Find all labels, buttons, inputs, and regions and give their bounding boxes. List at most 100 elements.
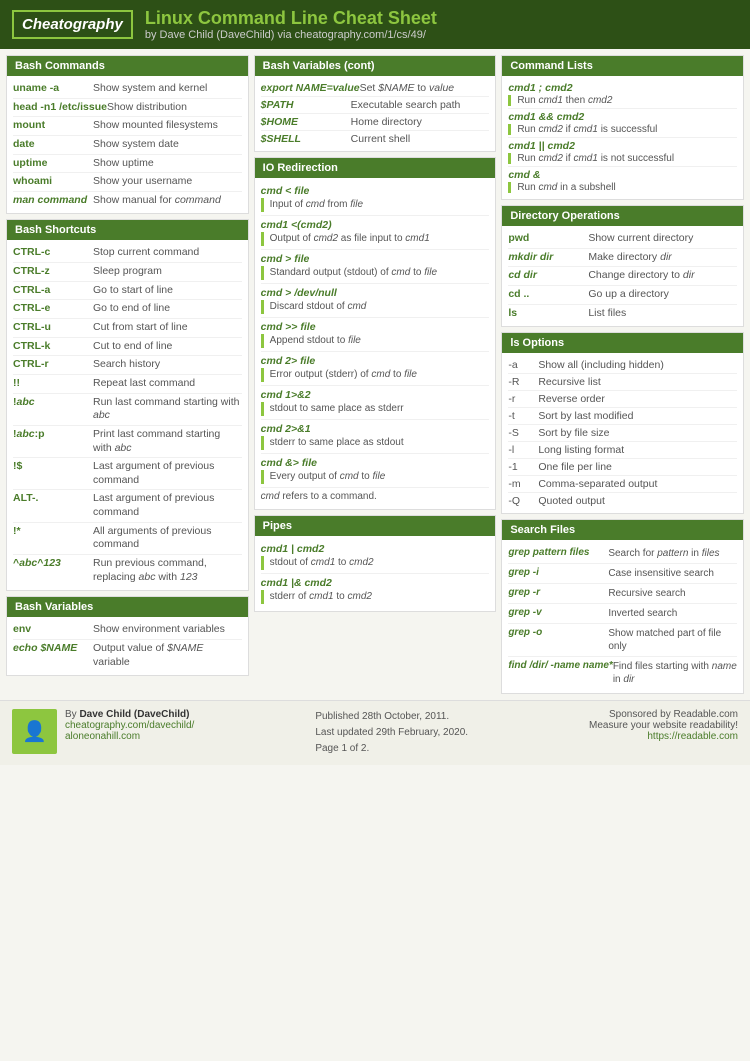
list-item: CTRL-a Go to start of line [13,282,242,301]
cmd-desc: Show manual for command [93,194,221,208]
cmd-label: !$ [13,460,93,487]
cmd-label: man command [13,194,93,208]
list-item: ALT-. Last argument of previous command [13,490,242,522]
list-item: !abc Run last command starting with abc [13,394,242,426]
header-text: Linux Command Line Cheat Sheet by Dave C… [145,8,437,41]
list-item: whoami Show your username [13,173,242,192]
cmd-label: CTRL-z [13,265,93,279]
footer: 👤 By Dave Child (DaveChild) cheatography… [0,700,750,765]
list-item: $SHELL Current shell [261,131,490,147]
list-item: uptime Show uptime [13,155,242,174]
ls-options-header: ls Options [502,333,743,353]
command-lists-body: cmd1 ; cmd2 Run cmd1 then cmd2 cmd1 && c… [502,76,743,199]
cmd-label: !abc [13,396,93,423]
list-item: $PATH Executable search path [261,97,490,114]
cmd-label: ^abc^123 [13,557,93,584]
cmd-label: CTRL-k [13,340,93,354]
list-item: -S Sort by file size [508,425,737,442]
list-item: cmd1 && cmd2 Run cmd2 if cmd1 is success… [508,109,737,138]
footer-left: 👤 By Dave Child (DaveChild) cheatography… [12,709,194,754]
cmd-desc: Cut to end of line [93,340,172,354]
cmd-desc: Stop current command [93,246,199,260]
section-bash-variables: Bash Variables env Show environment vari… [6,596,249,676]
cmd-desc: Set $NAME to value [360,82,455,94]
cmd-label: $HOME [261,116,351,128]
cmd-desc: List files [588,307,626,321]
cmd-label: !abc:p [13,428,93,455]
flag-label: -m [508,478,538,490]
cmd-desc: Go up a directory [588,288,669,302]
section-ls-options: ls Options -a Show all (including hidden… [501,332,744,514]
list-item: grep pattern files Search for pattern in… [508,544,737,564]
list-item: mount Show mounted filesystems [13,117,242,136]
author-link-2[interactable]: aloneonahill.com [65,731,194,742]
list-item: -l Long listing format [508,442,737,459]
list-item: env Show environment variables [13,621,242,640]
list-item: !abc:p Print last command starting with … [13,426,242,458]
cmd-desc: Go to end of line [93,302,170,316]
flag-desc: Show all (including hidden) [538,359,664,371]
cmd-desc: Current shell [351,133,411,145]
flag-desc: One file per line [538,461,612,473]
logo: Cheatography [12,10,133,39]
page-title: Linux Command Line Cheat Sheet [145,8,437,29]
search-files-body: grep pattern files Search for pattern in… [502,540,743,693]
list-item: ls List files [508,305,737,323]
command-lists-header: Command Lists [502,56,743,76]
cmd-label: date [13,138,93,152]
cmd-label: cd .. [508,288,588,302]
list-item: uname -a Show system and kernel [13,80,242,99]
cmd-desc: Show environment variables [93,623,225,637]
bash-shortcuts-header: Bash Shortcuts [7,220,248,240]
cmd-label: grep -o [508,627,608,653]
list-item: cmd 2> file Error output (stderr) of cmd… [261,352,490,386]
cmd-label: grep -i [508,567,608,580]
section-command-lists: Command Lists cmd1 ; cmd2 Run cmd1 then … [501,55,744,200]
cmd-desc: Sleep program [93,265,162,279]
flag-label: -S [508,427,538,439]
cmd-label: env [13,623,93,637]
cmd-desc: Run previous command, replacing abc with… [93,557,242,584]
cmd-label: $SHELL [261,133,351,145]
cmd-label: grep -r [508,587,608,600]
cmd-desc: Show uptime [93,157,154,171]
list-item: CTRL-r Search history [13,356,242,375]
cmd-label: CTRL-e [13,302,93,316]
cmd-desc: Repeat last command [93,377,195,391]
list-item: -1 One file per line [508,459,737,476]
list-item: -r Reverse order [508,391,737,408]
cmd-desc: Change directory to dir [588,269,694,283]
cmd-label: uptime [13,157,93,171]
cmd-label: CTRL-c [13,246,93,260]
cmd-label: whoami [13,175,93,189]
author-link-1[interactable]: cheatography.com/davechild/ [65,720,194,731]
header: Cheatography Linux Command Line Cheat Sh… [0,0,750,49]
cmd-label: $PATH [261,99,351,111]
cmd-label: find /dir/ -name name* [508,660,613,686]
list-item: CTRL-e Go to end of line [13,300,242,319]
list-item: cmd >> file Append stdout to file [261,318,490,352]
cmd-label: mount [13,119,93,133]
io-note: cmd refers to a command. [261,488,490,505]
column-1: Bash Commands uname -a Show system and k… [6,55,249,694]
list-item: CTRL-z Sleep program [13,263,242,282]
list-item: -R Recursive list [508,374,737,391]
flag-label: -r [508,393,538,405]
cmd-label: export NAME=value [261,82,360,94]
sponsor-link[interactable]: https://readable.com [589,731,738,742]
flag-desc: Long listing format [538,444,624,456]
list-item: export NAME=value Set $NAME to value [261,80,490,97]
list-item: ^abc^123 Run previous command, replacing… [13,555,242,586]
list-item: -t Sort by last modified [508,408,737,425]
flag-desc: Recursive list [538,376,600,388]
cmd-desc: All arguments of previous command [93,525,242,552]
cmd-desc: Recursive search [608,587,685,600]
list-item: cmd1 | cmd2 stdout of cmd1 to cmd2 [261,540,490,574]
bash-variables-cont-body: export NAME=value Set $NAME to value $PA… [255,76,496,151]
flag-label: -1 [508,461,538,473]
list-item: grep -r Recursive search [508,584,737,604]
cmd-label: echo $NAME [13,642,93,669]
cmd-label: CTRL-r [13,358,93,372]
list-item: -a Show all (including hidden) [508,357,737,374]
cmd-desc: Executable search path [351,99,461,111]
